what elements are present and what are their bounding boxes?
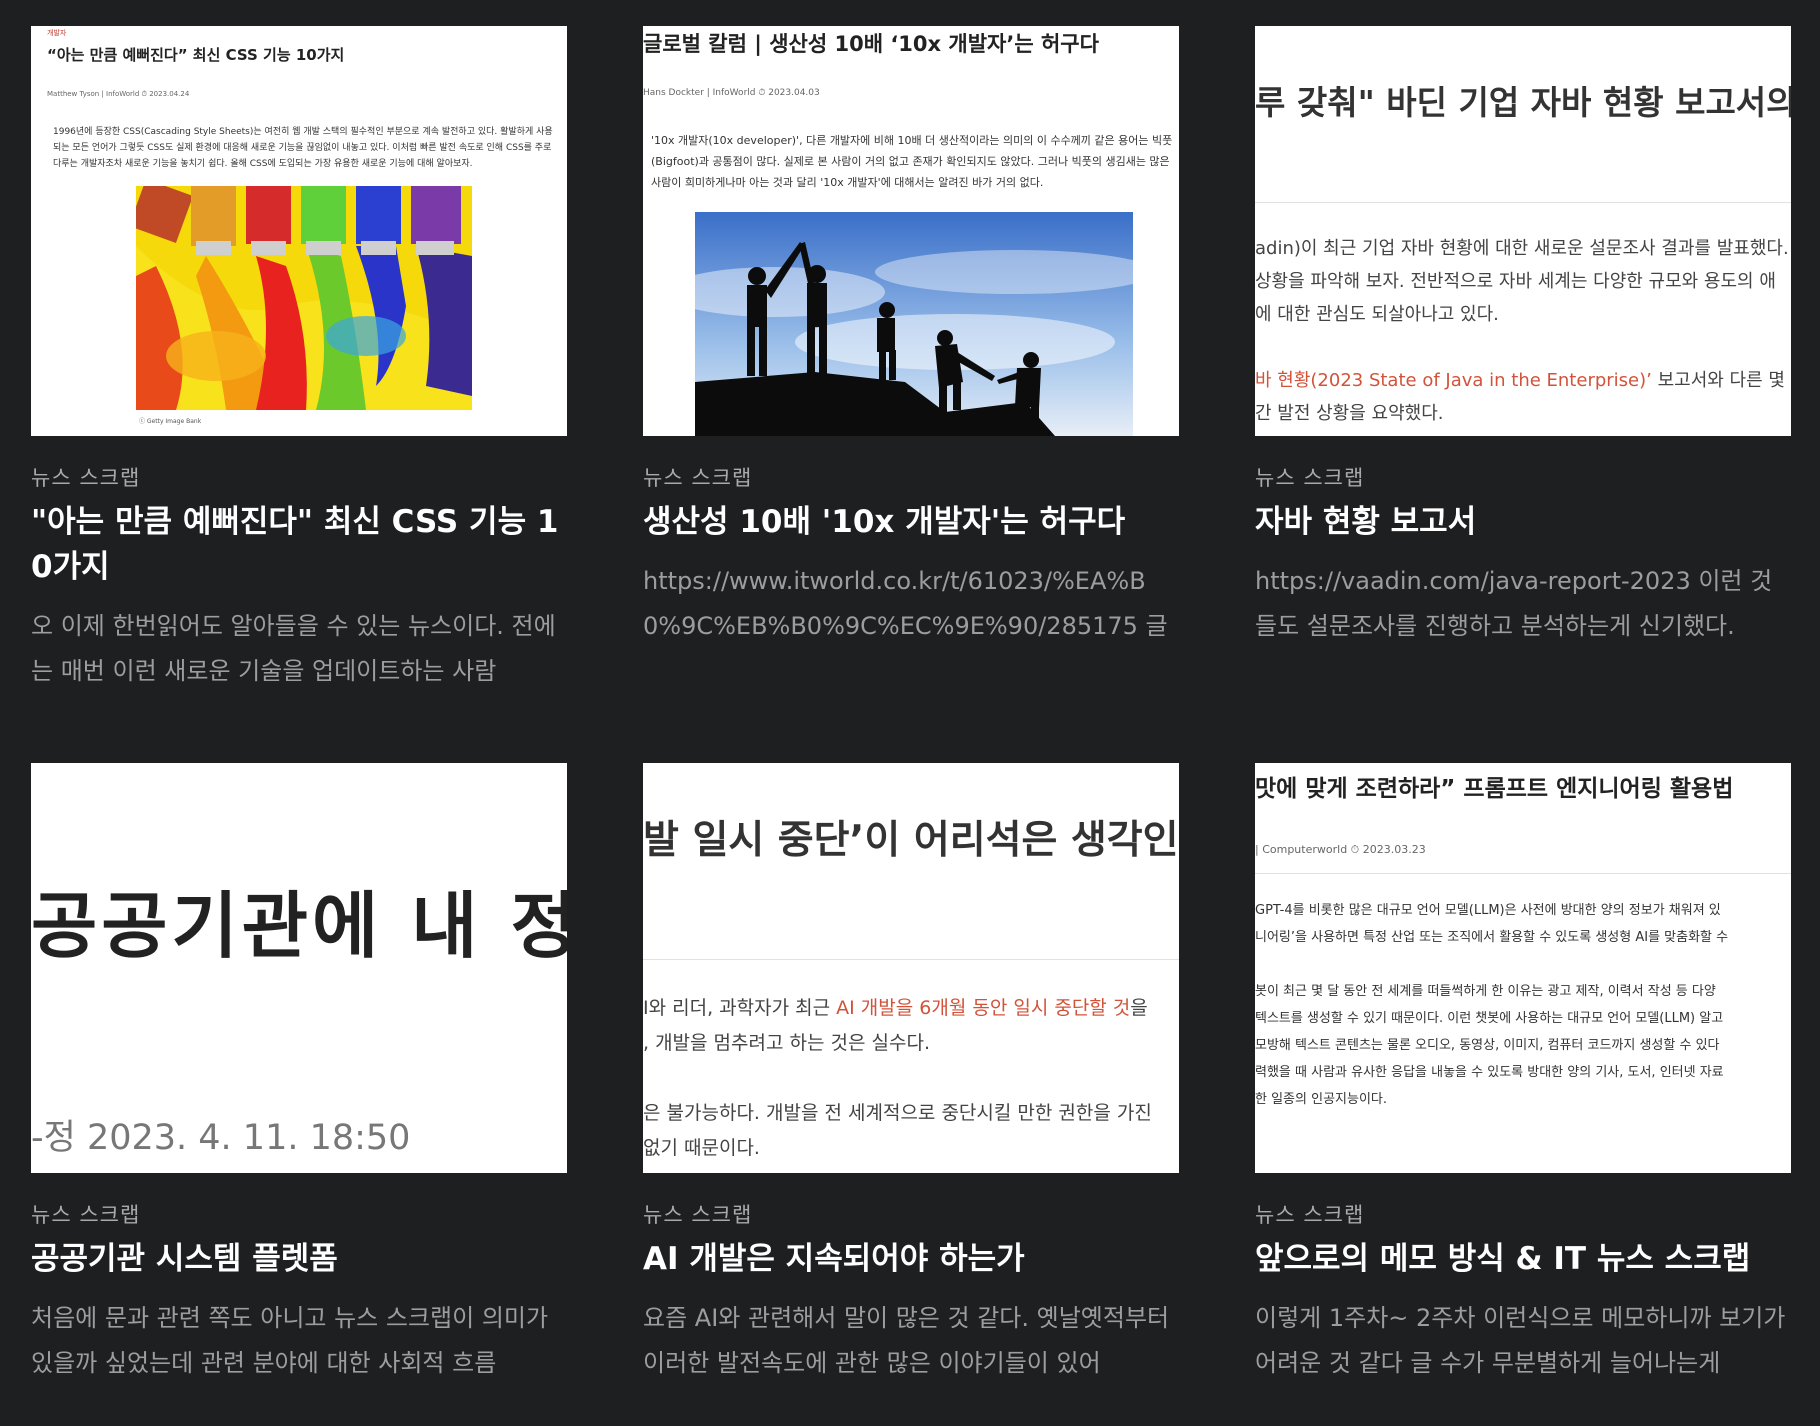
thumb-line: 니어링’을 사용하면 특정 산업 또는 조직에서 활용할 수 있도록 생성형 A… — [1255, 930, 1729, 945]
thumb-credit: ⓒ Getty Image Bank — [139, 418, 202, 425]
post-category[interactable]: 뉴스 스크랩 — [643, 462, 1179, 492]
thumb-line: GPT-4를 비롯한 많은 대규모 언어 모델(LLM)은 사전에 방대한 양의… — [1255, 903, 1721, 918]
post-card-css[interactable]: 개발자 “아는 만큼 예뻐진다” 최신 CSS 기능 10가지 Matthew … — [31, 26, 567, 694]
post-thumbnail[interactable]: 공공기관에 내 정 -정 2023. 4. 11. 18:50 — [31, 763, 567, 1173]
thumb-link-text: AI 개발을 6개월 동안 일시 중단할 것 — [836, 997, 1131, 1019]
thumb-meta: Matthew Tyson | InfoWorld ⏱ 2023.04.24 — [47, 90, 190, 98]
post-excerpt[interactable]: https://vaadin.com/java-report-2023 이런 것… — [1255, 559, 1791, 649]
thumb-line: 텍스트를 생성할 수 있기 때문이다. 이런 챗봇에 사용하는 대규모 언어 모… — [1255, 1011, 1724, 1026]
post-category[interactable]: 뉴스 스크랩 — [31, 1199, 567, 1229]
thumb-tag: 개발자 — [47, 29, 67, 37]
post-grid: 개발자 “아는 만큼 예뻐진다” 최신 CSS 기능 10가지 Matthew … — [0, 0, 1820, 1426]
post-excerpt[interactable]: 오 이제 한번읽어도 알아들을 수 있는 뉴스이다. 전에는 매번 이런 새로운… — [31, 604, 567, 694]
thumb-title: 루 갖춰" 바딘 기업 자바 현황 보고서의 ? — [1255, 83, 1791, 122]
thumb-line: I와 리더, 과학자가 최근 — [643, 997, 837, 1019]
thumb-line: 을 — [1130, 997, 1148, 1019]
thumb-line: 보고서와 다른 몇 가 — [1657, 370, 1791, 391]
paint-tubes-image — [136, 186, 472, 410]
post-category[interactable]: 뉴스 스크랩 — [643, 1199, 1179, 1229]
thumb-body: adin)이 최근 기업 자바 현황에 대한 새로운 설문조사 결과를 발표했다… — [1255, 232, 1791, 430]
thumb-title: 글로벌 칼럼 | 생산성 10배 ‘10x 개발자’는 허구다 — [643, 32, 1099, 56]
post-title[interactable]: 공공기관 시스템 플렛폼 — [31, 1237, 567, 1282]
thumb-body: GPT-4를 비롯한 많은 대규모 언어 모델(LLM)은 사전에 방대한 양의… — [1255, 897, 1791, 1113]
thumb-body: I와 리더, 과학자가 최근 AI 개발을 6개월 동안 일시 중단할 것을 ,… — [643, 991, 1179, 1166]
post-card-memo-method[interactable]: 맛에 맞게 조련하라” 프롬프트 엔지니어링 활용법 | Computerwor… — [1255, 763, 1791, 1386]
thumb-line: , 개발을 멈추려고 하는 것은 실수다. — [643, 1032, 930, 1054]
thumb-line: 모방해 텍스트 콘텐츠는 물론 오디오, 동영상, 이미지, 컴퓨터 코드까지 … — [1255, 1038, 1720, 1053]
post-excerpt[interactable]: https://www.itworld.co.kr/t/61023/%EA%B0… — [643, 559, 1179, 649]
post-excerpt[interactable]: 이렇게 1주차~ 2주차 이런식으로 메모하니까 보기가 어려운 것 같다 글 … — [1255, 1296, 1791, 1386]
thumb-line: 없기 때문이다. — [643, 1137, 760, 1159]
thumb-divider — [1255, 202, 1791, 203]
thumb-line: adin)이 최근 기업 자바 현황에 대한 새로운 설문조사 결과를 발표했다… — [1255, 238, 1789, 259]
post-excerpt[interactable]: 처음에 문과 관련 쪽도 아니고 뉴스 스크랩이 의미가 있을까 싶었는데 관련… — [31, 1296, 567, 1386]
post-thumbnail[interactable]: 루 갖춰" 바딘 기업 자바 현황 보고서의 ? adin)이 최근 기업 자바… — [1255, 26, 1791, 436]
post-card-ai-development[interactable]: 발 일시 중단’이 어리석은 생각인 이유 I와 리더, 과학자가 최근 AI … — [643, 763, 1179, 1386]
post-category[interactable]: 뉴스 스크랩 — [1255, 1199, 1791, 1229]
thumb-meta: Hans Dockter | InfoWorld ⏱ 2023.04.03 — [643, 88, 820, 98]
thumb-line: 에 대한 관심도 되살아나고 있다. — [1255, 304, 1499, 325]
thumb-title: “아는 만큼 예뻐진다” 최신 CSS 기능 10가지 — [47, 46, 345, 64]
post-title[interactable]: "아는 만큼 예뻐진다" 최신 CSS 기능 10가지 — [31, 500, 567, 590]
thumb-line: 은 불가능하다. 개발을 전 세계적으로 중단시킬 만한 권한을 가진 — [643, 1102, 1152, 1124]
post-excerpt[interactable]: 요즘 AI와 관련해서 말이 많은 것 같다. 옛날옛적부터 이러한 발전속도에… — [643, 1296, 1179, 1386]
thumb-date: -정 2023. 4. 11. 18:50 — [31, 1118, 411, 1158]
thumb-body: '10x 개발자(10x developer)', 다른 개발자에 비해 10배… — [651, 134, 1173, 189]
thumb-divider — [643, 959, 1179, 960]
post-title[interactable]: 자바 현황 보고서 — [1255, 500, 1791, 545]
post-category[interactable]: 뉴스 스크랩 — [31, 462, 567, 492]
thumb-divider — [1255, 873, 1791, 874]
thumb-meta: | Computerworld ⏱ 2023.03.23 — [1255, 843, 1426, 856]
thumb-title: 맛에 맞게 조련하라” 프롬프트 엔지니어링 활용법 — [1255, 776, 1734, 802]
post-thumbnail[interactable]: 발 일시 중단’이 어리석은 생각인 이유 I와 리더, 과학자가 최근 AI … — [643, 763, 1179, 1173]
post-title[interactable]: 생산성 10배 '10x 개발자'는 허구다 — [643, 500, 1179, 545]
thumb-title: 발 일시 중단’이 어리석은 생각인 이유 — [643, 818, 1179, 863]
post-card-10x-developer[interactable]: 글로벌 칼럼 | 생산성 10배 ‘10x 개발자’는 허구다 Hans Doc… — [643, 26, 1179, 649]
post-title[interactable]: 앞으로의 메모 방식 & IT 뉴스 스크랩 — [1255, 1237, 1791, 1282]
post-card-public-system[interactable]: 공공기관에 내 정 -정 2023. 4. 11. 18:50 뉴스 스크랩 공… — [31, 763, 567, 1386]
thumb-title: 공공기관에 내 정 — [31, 884, 567, 968]
thumb-line: 간 발전 상황을 요약했다. — [1255, 403, 1444, 424]
post-thumbnail[interactable]: 개발자 “아는 만큼 예뻐진다” 최신 CSS 기능 10가지 Matthew … — [31, 26, 567, 436]
post-title[interactable]: AI 개발은 지속되어야 하는가 — [643, 1237, 1179, 1282]
thumb-link-text: 바 현황(2023 State of Java in the Enterpris… — [1255, 370, 1652, 391]
post-card-java-report[interactable]: 루 갖춰" 바딘 기업 자바 현황 보고서의 ? adin)이 최근 기업 자바… — [1255, 26, 1791, 649]
thumb-line: 한 일종의 인공지능이다. — [1255, 1092, 1387, 1107]
thumb-line: 봇이 최근 몇 달 동안 전 세계를 떠들썩하게 한 이유는 광고 제작, 이력… — [1255, 984, 1716, 999]
thumb-line: 상황을 파악해 보자. 전반적으로 자바 세계는 다양한 규모와 용도의 애 — [1255, 271, 1776, 292]
post-thumbnail[interactable]: 글로벌 칼럼 | 생산성 10배 ‘10x 개발자’는 허구다 Hans Doc… — [643, 26, 1179, 436]
post-thumbnail[interactable]: 맛에 맞게 조련하라” 프롬프트 엔지니어링 활용법 | Computerwor… — [1255, 763, 1791, 1173]
thumb-body: 1996년에 등장한 CSS(Cascading Style Sheets)는 … — [53, 127, 553, 169]
climbers-silhouette-image — [695, 212, 1133, 436]
post-category[interactable]: 뉴스 스크랩 — [1255, 462, 1791, 492]
thumb-line: 력했을 때 사람과 유사한 응답을 내놓을 수 있도록 방대한 양의 기사, 도… — [1255, 1065, 1724, 1080]
